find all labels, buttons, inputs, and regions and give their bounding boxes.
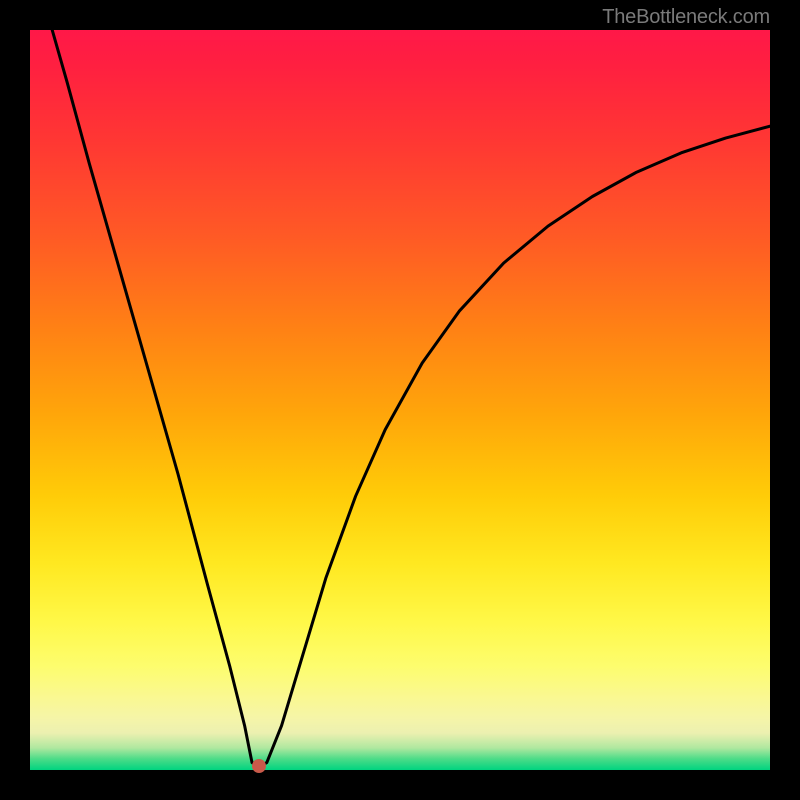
plot-area [30, 30, 770, 770]
chart-container: TheBottleneck.com [0, 0, 800, 800]
optimum-marker [252, 759, 266, 773]
bottleneck-curve [30, 30, 770, 770]
attribution-text: TheBottleneck.com [602, 6, 770, 29]
